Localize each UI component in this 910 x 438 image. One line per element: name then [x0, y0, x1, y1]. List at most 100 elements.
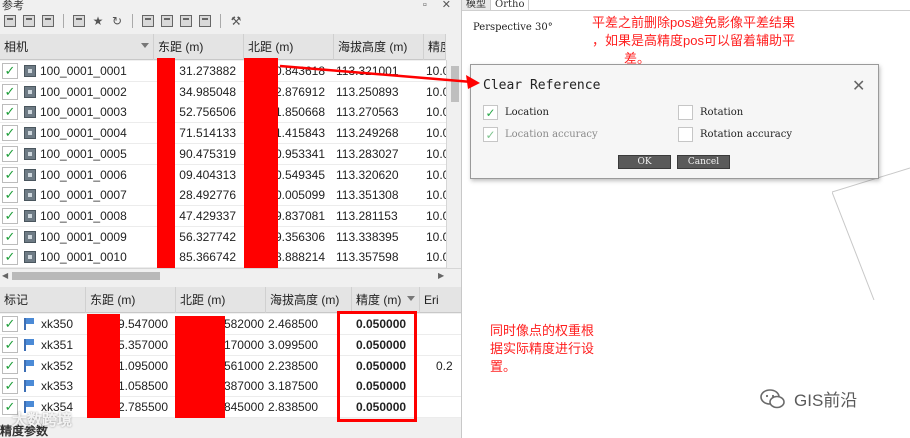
view-cameras-icon[interactable]: [140, 13, 156, 29]
convert-icon[interactable]: [40, 13, 56, 29]
header-accuracy[interactable]: 精度 (m): [352, 286, 420, 313]
view-scalebars-icon[interactable]: [178, 13, 194, 29]
sort-arrow-icon: [141, 42, 149, 48]
row-checkbox[interactable]: ✓: [2, 187, 18, 204]
marker-table-header: 标记 东距 (m) 北距 (m) 海拔高度 (m) 精度 (m) Eri: [0, 286, 461, 313]
location-accuracy-checkbox: ✓: [483, 127, 498, 142]
camera-cell: ✓ 100_0001_0007: [0, 185, 154, 206]
header-east[interactable]: 东距 (m): [154, 33, 244, 60]
row-checkbox[interactable]: ✓: [2, 228, 18, 245]
row-checkbox[interactable]: ✓: [2, 378, 18, 395]
annotation-top: 平差之前删除pos避免影像平差结果 ，如果是高精度pos可以留着辅助平 差。: [592, 15, 795, 66]
brand-name: GIS前沿: [794, 391, 858, 410]
scroll-thumb[interactable]: [451, 66, 459, 102]
camera-cell: ✓ 100_0001_0005: [0, 143, 154, 164]
camera-cell: ✓ 100_0001_0010: [0, 247, 154, 268]
row-checkbox[interactable]: ✓: [2, 166, 18, 183]
viewport-divider: [462, 10, 910, 11]
altitude-cell: 113.320620: [336, 167, 399, 182]
error-cell: [420, 314, 461, 335]
location-checkbox[interactable]: ✓: [483, 105, 498, 120]
row-checkbox[interactable]: ✓: [2, 63, 18, 79]
refresh-icon[interactable]: ↻: [109, 13, 125, 29]
redaction-block: [244, 58, 278, 268]
table-icon[interactable]: [71, 13, 87, 29]
header-accuracy[interactable]: 精度: [424, 33, 446, 60]
header-altitude[interactable]: 海拔高度 (m): [266, 286, 352, 313]
header-north[interactable]: 北距 (m): [244, 33, 334, 60]
import-icon[interactable]: [2, 13, 18, 29]
header-camera[interactable]: 相机: [0, 33, 154, 60]
table-row[interactable]: ✓ 100_0001_0003 52.756506 51.850668 113.2705…: [0, 102, 446, 124]
check-icon: ✓: [4, 378, 16, 394]
camera-label: 100_0001_0010: [40, 250, 127, 265]
camera-label: 100_0001_0005: [40, 146, 127, 161]
toolbar-divider: [220, 14, 221, 28]
row-checkbox[interactable]: ✓: [2, 104, 18, 121]
table-row[interactable]: ✓ 100_0001_0007 28.492776 90.005099 113.3513…: [0, 185, 446, 207]
flag-icon: [23, 318, 35, 330]
settings-tools-icon[interactable]: ⚒: [228, 13, 244, 29]
table-row[interactable]: ✓ 100_0001_0004 71.514133 51.415843 113.2492…: [0, 123, 446, 145]
cancel-button[interactable]: Cancel: [677, 155, 730, 169]
accuracy-cell: 10.0: [426, 64, 446, 78]
header-north[interactable]: 北距 (m): [176, 286, 266, 313]
flag-icon: [23, 338, 35, 351]
row-checkbox[interactable]: ✓: [2, 207, 18, 224]
scroll-right-icon[interactable]: ▶: [438, 271, 444, 280]
table-row[interactable]: ✓ 100_0001_0008 47.429337 99.837081 113.2811…: [0, 205, 446, 227]
location-label: Location: [505, 107, 549, 118]
table-row[interactable]: ✓ 100_0001_0005 90.475319 70.953341 113.2830…: [0, 143, 446, 165]
check-icon: ✓: [4, 357, 16, 373]
perspective-label: Perspective 30°: [473, 22, 553, 33]
altitude-cell: 113.250893: [336, 84, 399, 99]
row-checkbox[interactable]: ✓: [2, 336, 18, 353]
row-checkbox[interactable]: ✓: [2, 125, 18, 142]
ok-button[interactable]: OK: [618, 155, 671, 169]
header-marker[interactable]: 标记: [0, 286, 86, 313]
scroll-thumb[interactable]: [12, 272, 160, 280]
check-icon: ✓: [4, 336, 16, 352]
view-errors-icon[interactable]: [197, 13, 213, 29]
table-row[interactable]: ✓ 100_0001_0010 85.366742 18.888214 113.3575…: [0, 247, 446, 269]
table-row[interactable]: ✓ 100_0001_0001 31.273882 40.843618 113.3210…: [0, 61, 446, 82]
tab-model[interactable]: 模型: [462, 0, 491, 10]
row-checkbox[interactable]: ✓: [2, 357, 18, 374]
header-altitude[interactable]: 海拔高度 (m): [334, 33, 424, 60]
camera-label: 100_0001_0002: [40, 84, 127, 99]
camera-label: 100_0001_0008: [40, 208, 127, 223]
camera-horizontal-scrollbar[interactable]: ◀ ▶: [0, 268, 461, 282]
camera-label: 100_0001_0003: [40, 105, 127, 120]
check-icon: ✓: [4, 316, 16, 331]
table-row[interactable]: ✓ 100_0001_0002 34.985048 42.876912 113.2508…: [0, 81, 446, 103]
export-icon[interactable]: [21, 13, 37, 29]
table-row[interactable]: ✓ 100_0001_0006 09.404313 80.549345 113.3206…: [0, 164, 446, 186]
camera-icon: [24, 230, 36, 243]
camera-icon: [24, 209, 36, 222]
rotation-checkbox[interactable]: [678, 105, 693, 120]
check-icon: ✓: [485, 105, 496, 120]
tab-ortho[interactable]: Ortho: [491, 0, 530, 10]
view-markers-icon[interactable]: [159, 13, 175, 29]
header-east[interactable]: 东距 (m): [86, 286, 176, 313]
scroll-left-icon[interactable]: ◀: [2, 271, 8, 280]
camera-label: 100_0001_0007: [40, 188, 127, 203]
header-error[interactable]: Eri: [420, 287, 461, 313]
marker-cell: ✓ xk353: [0, 376, 86, 397]
marker-label: xk352: [41, 358, 74, 373]
row-checkbox[interactable]: ✓: [2, 145, 18, 162]
close-icon[interactable]: ✕: [852, 76, 865, 96]
error-cell: [420, 376, 461, 397]
altitude-cell: 113.351308: [336, 188, 399, 203]
check-icon: ✓: [4, 104, 16, 120]
camera-table-header: 相机 东距 (m) 北距 (m) 海拔高度 (m) 精度: [0, 33, 446, 60]
row-checkbox[interactable]: ✓: [2, 249, 18, 266]
row-checkbox[interactable]: ✓: [2, 83, 18, 100]
star-icon[interactable]: ★: [90, 13, 106, 29]
table-row[interactable]: ✓ 100_0001_0009 56.327742 09.356306 113.3383…: [0, 226, 446, 248]
camera-vertical-scrollbar[interactable]: [446, 60, 461, 268]
rotation-accuracy-checkbox[interactable]: [678, 127, 693, 142]
wechat-logo-icon: [760, 388, 785, 408]
accuracy-cell: 10.0: [426, 208, 446, 223]
row-checkbox[interactable]: ✓: [2, 316, 18, 332]
